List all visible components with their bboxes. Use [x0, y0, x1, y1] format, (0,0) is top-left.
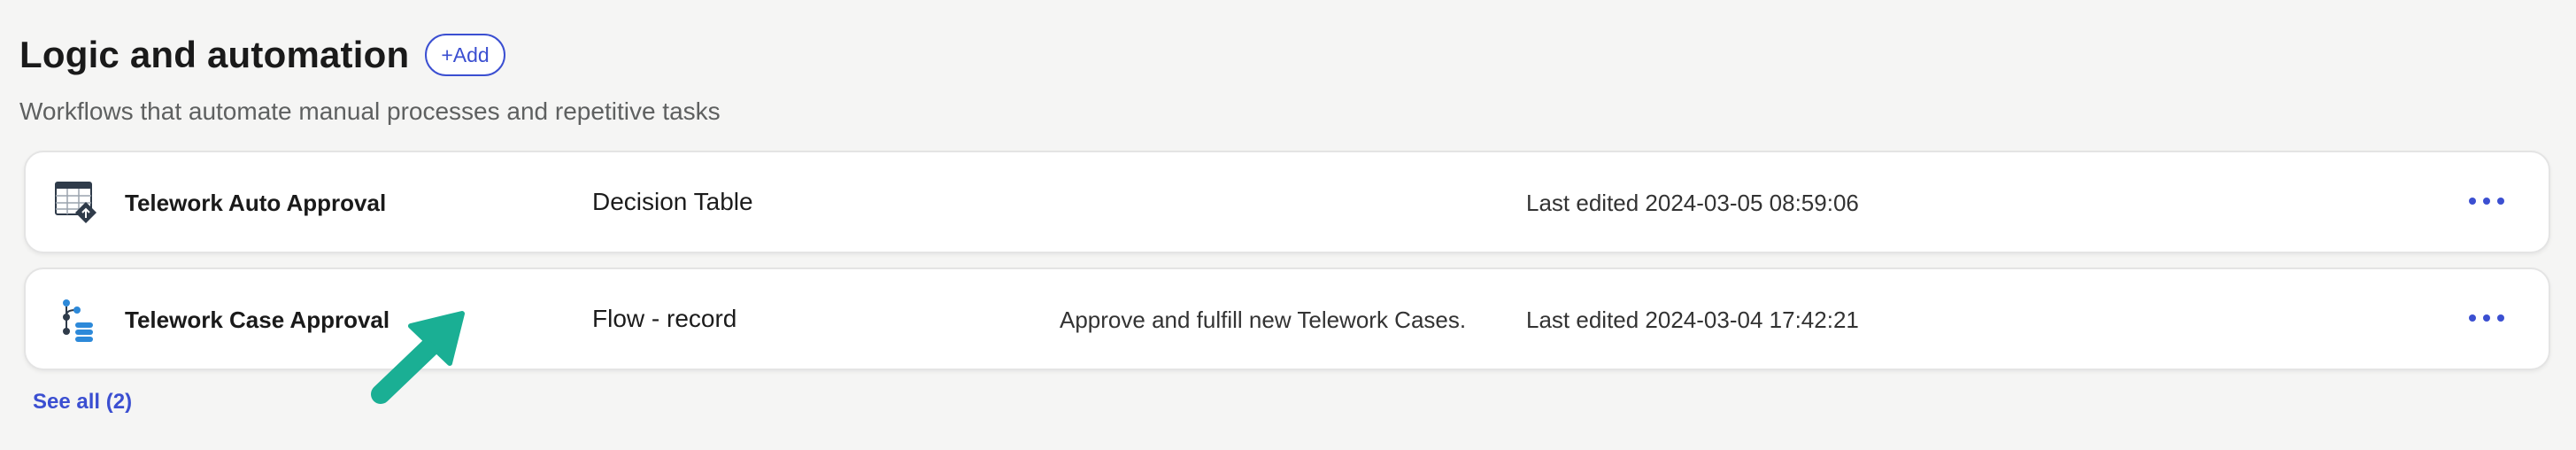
- logic-automation-section: Logic and automation +Add Workflows that…: [0, 0, 2576, 450]
- annotation-arrow-icon: [371, 311, 465, 404]
- section-header: Logic and automation +Add: [19, 34, 505, 76]
- item-last-edited: Last edited 2024-03-05 08:59:06: [1526, 190, 1859, 216]
- add-button[interactable]: +Add: [425, 34, 505, 76]
- section-title: Logic and automation: [19, 34, 410, 75]
- item-name: Telework Case Approval: [125, 306, 390, 333]
- decision-table-icon: [55, 182, 96, 223]
- item-description: Approve and fulfill new Telework Cases.: [1060, 306, 1467, 333]
- item-type: Decision Table: [592, 188, 753, 215]
- section-subtitle: Workflows that automate manual processes…: [19, 97, 721, 125]
- item-name: Telework Auto Approval: [125, 190, 387, 216]
- automation-row-telework-auto-approval[interactable]: Telework Auto Approval Decision Table La…: [24, 151, 2550, 253]
- more-options-icon[interactable]: [2469, 305, 2504, 331]
- item-last-edited: Last edited 2024-03-04 17:42:21: [1526, 306, 1859, 333]
- more-options-icon[interactable]: [2469, 188, 2504, 214]
- item-type: Flow - record: [592, 305, 737, 332]
- flow-icon: [63, 299, 93, 342]
- see-all-link[interactable]: See all (2): [33, 390, 132, 415]
